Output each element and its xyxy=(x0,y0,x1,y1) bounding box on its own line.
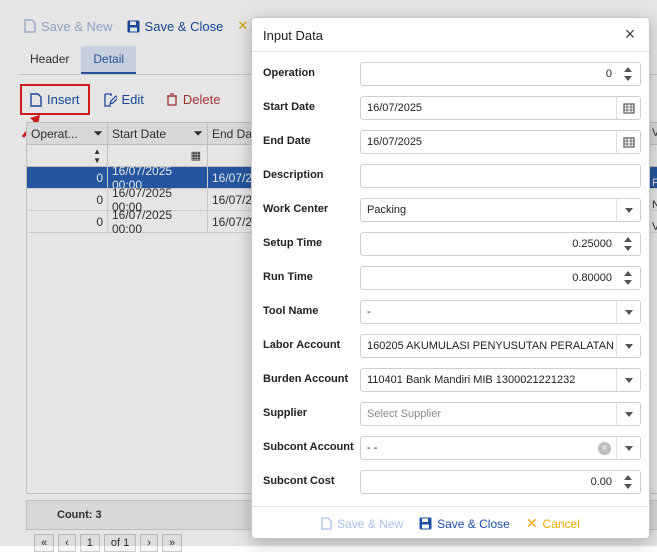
end-date-label: End Date xyxy=(263,135,311,147)
burden-account-select[interactable]: 110401 Bank Mandiri MIB 1300021221232 xyxy=(360,368,641,392)
close-icon[interactable]: × xyxy=(621,25,639,43)
dialog-titlebar: Input Data × xyxy=(252,18,649,52)
dialog-cancel-button[interactable]: ✕ Cancel xyxy=(526,515,580,532)
start-date-label: Start Date xyxy=(263,101,315,113)
supplier-label: Supplier xyxy=(263,407,308,419)
subcont-account-label: Subcont Account xyxy=(263,441,354,453)
chevron-down-icon[interactable] xyxy=(616,335,640,357)
work-center-label: Work Center xyxy=(263,203,329,215)
run-time-label: Run Time xyxy=(263,271,313,283)
subcont-cost-row: Subcont Cost 0.00 xyxy=(252,470,649,494)
supplier-row: Supplier Select Supplier xyxy=(252,402,649,426)
clear-icon[interactable]: × xyxy=(598,442,611,455)
work-center-row: Work Center Packing xyxy=(252,198,649,222)
description-label: Description xyxy=(263,169,324,181)
spinner-icon[interactable] xyxy=(616,471,640,493)
labor-account-select[interactable]: 160205 AKUMULASI PENYUSUTAN PERALATAN IT xyxy=(360,334,641,358)
subcont-account-select[interactable]: - - × xyxy=(360,436,641,460)
operation-row: Operation 0 xyxy=(252,62,649,86)
dialog-title: Input Data xyxy=(263,28,323,43)
start-date-field[interactable]: 16/07/2025 xyxy=(360,96,641,120)
spinner-icon[interactable] xyxy=(616,63,640,85)
document-icon xyxy=(321,517,332,530)
save-close-label: Save & Close xyxy=(437,516,510,531)
run-time-row: Run Time 0.80000 xyxy=(252,266,649,290)
description-row: Description xyxy=(252,164,649,188)
chevron-down-icon[interactable] xyxy=(616,199,640,221)
dialog-save-new-button[interactable]: Save & New xyxy=(321,517,403,531)
spinner-icon[interactable] xyxy=(616,233,640,255)
end-date-row: End Date 16/07/2025 xyxy=(252,130,649,154)
close-icon: ✕ xyxy=(525,515,538,531)
dialog-footer: Save & New Save & Close ✕ Cancel xyxy=(252,506,649,540)
run-time-field[interactable]: 0.80000 xyxy=(360,266,641,290)
subcont-account-row: Subcont Account - - × xyxy=(252,436,649,460)
dialog-save-close-button[interactable]: Save & Close xyxy=(419,517,510,531)
labor-account-label: Labor Account xyxy=(263,339,341,351)
operation-label: Operation xyxy=(263,67,315,79)
burden-account-label: Burden Account xyxy=(263,373,349,385)
end-date-field[interactable]: 16/07/2025 xyxy=(360,130,641,154)
tool-name-label: Tool Name xyxy=(263,305,319,317)
tool-name-row: Tool Name - xyxy=(252,300,649,324)
setup-time-field[interactable]: 0.25000 xyxy=(360,232,641,256)
labor-account-row: Labor Account 160205 AKUMULASI PENYUSUTA… xyxy=(252,334,649,358)
input-data-dialog: Input Data × Operation 0 Start Date 16/0… xyxy=(251,17,650,539)
subcont-cost-field[interactable]: 0.00 xyxy=(360,470,641,494)
chevron-down-icon[interactable] xyxy=(616,369,640,391)
tool-name-select[interactable]: - xyxy=(360,300,641,324)
operation-field[interactable]: 0 xyxy=(360,62,641,86)
chevron-down-icon[interactable] xyxy=(616,301,640,323)
work-center-select[interactable]: Packing xyxy=(360,198,641,222)
cancel-label: Cancel xyxy=(542,516,580,531)
chevron-down-icon[interactable] xyxy=(616,403,640,425)
start-date-row: Start Date 16/07/2025 xyxy=(252,96,649,120)
setup-time-row: Setup Time 0.25000 xyxy=(252,232,649,256)
setup-time-label: Setup Time xyxy=(263,237,323,249)
save-icon xyxy=(419,517,432,530)
description-field[interactable] xyxy=(360,164,641,188)
supplier-select[interactable]: Select Supplier xyxy=(360,402,641,426)
burden-account-row: Burden Account 110401 Bank Mandiri MIB 1… xyxy=(252,368,649,392)
save-new-label: Save & New xyxy=(337,516,404,531)
spinner-icon[interactable] xyxy=(616,267,640,289)
subcont-cost-label: Subcont Cost xyxy=(263,475,335,487)
calendar-icon[interactable] xyxy=(616,97,640,119)
chevron-down-icon[interactable] xyxy=(616,437,640,459)
calendar-icon[interactable] xyxy=(616,131,640,153)
